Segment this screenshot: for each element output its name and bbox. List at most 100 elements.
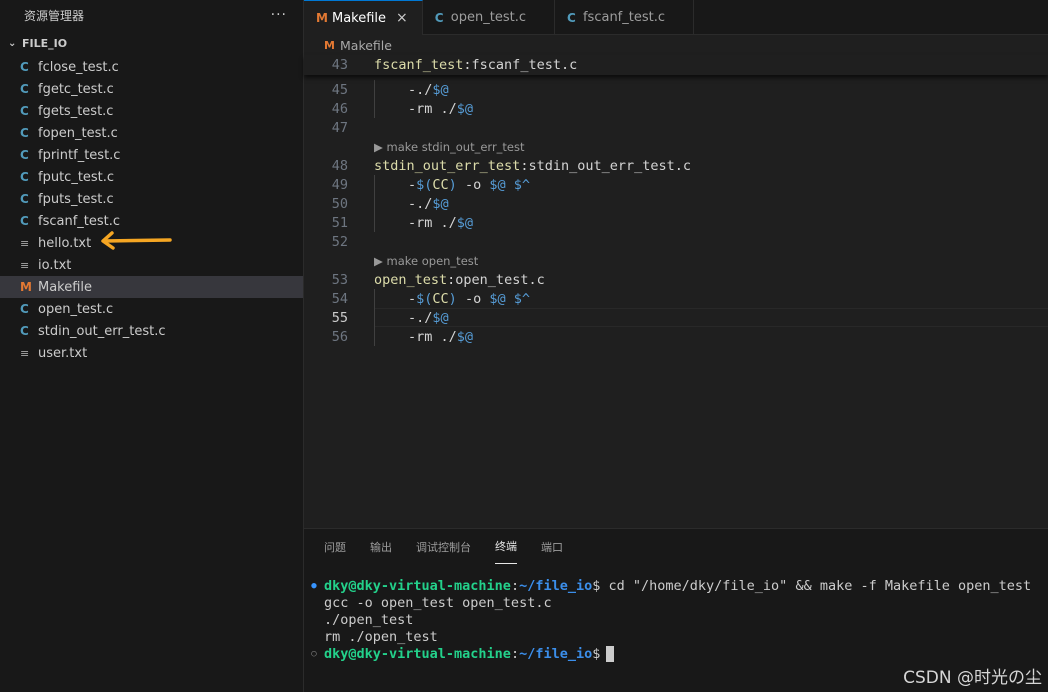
editor-tabs: M Makefile × C open_test.c C fscanf_test…	[304, 0, 1048, 35]
tab-makefile[interactable]: M Makefile ×	[304, 0, 423, 35]
file-label: stdin_out_err_test.c	[38, 323, 166, 339]
c-file-icon: C	[20, 148, 29, 162]
c-file-icon: C	[20, 104, 29, 118]
c-file-icon: C	[434, 10, 444, 25]
file-item[interactable]: M Makefile	[0, 276, 303, 298]
watermark: CSDN @时光の尘	[903, 668, 1042, 688]
code-line[interactable]: 50 -./$@	[304, 194, 1048, 213]
c-file-icon: C	[20, 192, 29, 206]
terminal-cursor	[606, 645, 615, 662]
codelens-run-target[interactable]: ▶ make open_test	[374, 254, 478, 268]
file-item[interactable]: Cfputc_test.c	[0, 166, 303, 188]
code-line[interactable]: 55 -./$@	[304, 308, 1048, 327]
code-editor[interactable]: 43 fscanf_test:fscanf_test.c 45 -./$@ 46 -r…	[304, 55, 1048, 528]
codelens-run-target[interactable]: ▶ make stdin_out_err_test	[374, 140, 525, 154]
tab-label: open_test.c	[450, 10, 526, 25]
line-number: 51	[331, 214, 348, 231]
code-line[interactable]: 53 open_test:open_test.c	[304, 270, 1048, 289]
file-label: fclose_test.c	[38, 59, 119, 75]
panel-tab[interactable]: 调试控制台	[416, 529, 471, 564]
c-file-icon: C	[20, 82, 29, 96]
explorer-header: 资源管理器 ···	[0, 0, 303, 30]
code-line[interactable]: 56 -rm ./$@	[304, 327, 1048, 346]
file-item[interactable]: Cfgets_test.c	[0, 100, 303, 122]
panel-tab[interactable]: 端口	[541, 529, 563, 564]
indent-guide	[374, 80, 375, 118]
file-label: fscanf_test.c	[38, 213, 121, 229]
makefile-icon: M	[324, 38, 335, 52]
line-number: 43	[331, 56, 348, 73]
file-label: io.txt	[38, 257, 72, 273]
tab-open-test[interactable]: C open_test.c	[423, 0, 555, 35]
panel-tab[interactable]: 问题	[324, 529, 346, 564]
code-text: open_test:open_test.c	[374, 271, 545, 288]
code-line[interactable]: 48 stdin_out_err_test:stdin_out_err_test.…	[304, 156, 1048, 175]
line-number: 48	[331, 157, 348, 174]
tab-label: Makefile	[332, 10, 387, 26]
file-label: open_test.c	[38, 301, 114, 317]
tab-fscanf-test[interactable]: C fscanf_test.c	[555, 0, 695, 35]
text-file-icon: ≡	[20, 258, 30, 272]
file-item[interactable]: Cfscanf_test.c	[0, 210, 303, 232]
line-number: 46	[331, 100, 348, 117]
terminal-output-line: ./open_test	[324, 611, 414, 628]
code-text: -./$@	[408, 81, 449, 98]
file-item[interactable]: Cstdin_out_err_test.c	[0, 320, 303, 342]
sticky-scroll-line[interactable]: 43 fscanf_test:fscanf_test.c	[304, 55, 1048, 75]
file-item[interactable]: Cfgetc_test.c	[0, 78, 303, 100]
panel-tab[interactable]: 输出	[370, 529, 392, 564]
command-status-icon: ○	[311, 648, 317, 659]
file-label: fputc_test.c	[38, 169, 115, 185]
file-label: fgetc_test.c	[38, 81, 114, 97]
code-line[interactable]: 46 -rm ./$@	[304, 99, 1048, 118]
code-text: -./$@	[408, 309, 449, 326]
file-label: fgets_test.c	[38, 103, 114, 119]
c-file-icon: C	[20, 126, 29, 140]
c-file-icon: C	[566, 10, 576, 25]
close-icon[interactable]: ×	[396, 10, 408, 26]
c-file-icon: C	[20, 324, 29, 338]
text-file-icon: ≡	[20, 346, 30, 360]
folder-header[interactable]: ⌄ FILE_IO	[0, 30, 303, 56]
file-item[interactable]: Cfopen_test.c	[0, 122, 303, 144]
code-text: stdin_out_err_test:stdin_out_err_test.c	[374, 157, 692, 174]
makefile-icon: M	[316, 11, 328, 25]
code-text: -$(CC) -o $@ $^	[408, 176, 530, 193]
file-item[interactable]: Copen_test.c	[0, 298, 303, 320]
code-text: -rm ./$@	[408, 214, 474, 231]
code-line: fscanf_test:fscanf_test.c	[374, 56, 578, 73]
terminal-prompt-line: ○ dky@dky-virtual-machine: ~/file_io $	[304, 645, 1031, 662]
text-file-icon: ≡	[20, 236, 30, 250]
line-number: 45	[331, 81, 348, 98]
code-text: -$(CC) -o $@ $^	[408, 290, 530, 307]
file-item[interactable]: Cfputs_test.c	[0, 188, 303, 210]
file-item[interactable]: Cfprintf_test.c	[0, 144, 303, 166]
tab-label: fscanf_test.c	[582, 10, 666, 25]
file-label: hello.txt	[38, 235, 92, 251]
file-item[interactable]: ≡ io.txt	[0, 254, 303, 276]
code-line[interactable]: 54 -$(CC) -o $@ $^	[304, 289, 1048, 308]
annotation-arrow	[101, 231, 172, 250]
terminal-output-line: rm ./open_test	[324, 628, 438, 645]
indent-guide	[374, 289, 375, 346]
more-actions-icon[interactable]: ···	[271, 7, 287, 23]
line-number: 54	[331, 290, 348, 307]
file-item[interactable]: Cfclose_test.c	[0, 56, 303, 78]
code-line[interactable]: 47	[304, 118, 1048, 137]
line-number: 49	[331, 176, 348, 193]
makefile-icon: M	[20, 280, 32, 294]
file-item[interactable]: ≡ user.txt	[0, 342, 303, 364]
file-label: fopen_test.c	[38, 125, 118, 141]
line-number: 50	[331, 195, 348, 212]
code-line[interactable]: 52	[304, 232, 1048, 251]
folder-name: FILE_IO	[22, 36, 68, 50]
file-tree: Cfclose_test.c Cfgetc_test.c Cfgets_test.c…	[0, 56, 303, 364]
breadcrumb[interactable]: M Makefile	[304, 35, 1048, 55]
code-line[interactable]: 49 -$(CC) -o $@ $^	[304, 175, 1048, 194]
code-line[interactable]: 45 -./$@	[304, 80, 1048, 99]
panel-tab[interactable]: 终端	[495, 529, 517, 564]
terminal[interactable]: ● dky@dky-virtual-machine: ~/file_io $ cd …	[304, 577, 1031, 662]
code-line[interactable]: 51 -rm ./$@	[304, 213, 1048, 232]
command-status-icon: ●	[311, 580, 317, 591]
file-label: user.txt	[38, 345, 88, 361]
